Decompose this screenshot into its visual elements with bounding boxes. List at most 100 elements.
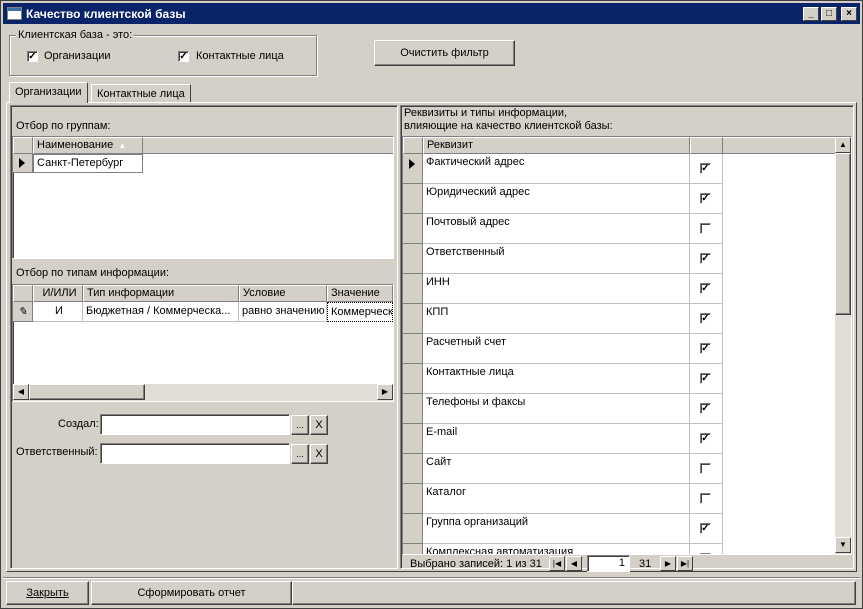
- attribute-check-cell[interactable]: ✓: [690, 424, 723, 454]
- attribute-row-selector[interactable]: [403, 514, 423, 544]
- types-cell-andor[interactable]: И: [33, 302, 83, 322]
- attribute-check-cell[interactable]: ✓: [690, 244, 723, 274]
- types-table[interactable]: И/ИЛИ Тип информации Условие Значение ✎ …: [12, 284, 394, 402]
- types-header-condition[interactable]: Условие: [239, 285, 327, 302]
- scroll-up-icon[interactable]: ▲: [835, 137, 851, 153]
- build-report-button[interactable]: Сформировать отчет: [91, 581, 292, 605]
- title-bar[interactable]: Качество клиентской базы _ □ ×: [3, 3, 860, 24]
- types-header-andor[interactable]: И/ИЛИ: [33, 285, 83, 302]
- attribute-checkbox[interactable]: ✓: [700, 313, 711, 324]
- attribute-row-selector[interactable]: [403, 454, 423, 484]
- attribute-checkbox[interactable]: ✓: [700, 373, 711, 384]
- attribute-name-cell[interactable]: Телефоны и факсы: [423, 394, 690, 424]
- attribute-row-selector[interactable]: [403, 424, 423, 454]
- attribute-checkbox[interactable]: ✓: [700, 433, 711, 444]
- organizations-checkbox[interactable]: ✓: [27, 51, 38, 62]
- attribute-check-cell[interactable]: [690, 454, 723, 484]
- attribute-row-selector[interactable]: [403, 364, 423, 394]
- close-button[interactable]: Закрыть: [6, 581, 89, 605]
- close-window-button[interactable]: ×: [841, 7, 857, 21]
- attribute-checkbox[interactable]: ✓: [700, 403, 711, 414]
- attribute-checkbox[interactable]: [700, 223, 711, 234]
- attributes-header-name[interactable]: Реквизит: [423, 137, 690, 154]
- attribute-row-selector[interactable]: [403, 544, 423, 554]
- prev-page-icon[interactable]: ◀: [566, 556, 582, 571]
- attribute-row-selector[interactable]: [403, 304, 423, 334]
- types-header-type[interactable]: Тип информации: [83, 285, 239, 302]
- tab-contacts[interactable]: Контактные лица: [91, 84, 191, 102]
- scroll-right-icon[interactable]: ▶: [377, 384, 393, 400]
- types-cell-value[interactable]: Коммерческ: [327, 302, 393, 322]
- created-by-field[interactable]: [100, 414, 290, 435]
- types-hscrollbar[interactable]: ◀ ▶: [13, 384, 393, 401]
- attributes-table[interactable]: Реквизит Фактический адрес ✓ Юридический а…: [402, 136, 852, 555]
- attribute-row-selector[interactable]: [403, 244, 423, 274]
- types-cell-condition[interactable]: равно значению: [239, 302, 327, 322]
- attribute-row-selector[interactable]: [403, 484, 423, 514]
- attribute-checkbox[interactable]: ✓: [700, 283, 711, 294]
- attribute-checkbox[interactable]: ✓: [700, 253, 711, 264]
- attribute-name-cell[interactable]: Контактные лица: [423, 364, 690, 394]
- attribute-check-cell[interactable]: ✓: [690, 364, 723, 394]
- types-cell-type[interactable]: Бюджетная / Коммерческа...: [83, 302, 239, 322]
- attribute-checkbox[interactable]: [700, 493, 711, 504]
- responsible-select-button[interactable]: ...: [291, 444, 309, 464]
- row-pointer[interactable]: [13, 154, 33, 173]
- attribute-name-cell[interactable]: Фактический адрес: [423, 154, 690, 184]
- created-by-clear-button[interactable]: X: [310, 415, 328, 435]
- clear-filter-button[interactable]: Очистить фильтр: [374, 40, 515, 66]
- attribute-check-cell[interactable]: [690, 544, 723, 554]
- groups-header-name[interactable]: Наименование ▲: [33, 137, 143, 154]
- attribute-row-selector[interactable]: [403, 184, 423, 214]
- attribute-checkbox[interactable]: [700, 463, 711, 474]
- attribute-name-cell[interactable]: Почтовый адрес: [423, 214, 690, 244]
- attribute-row-selector[interactable]: [403, 394, 423, 424]
- first-page-icon[interactable]: |◀: [549, 556, 565, 571]
- hscroll-thumb[interactable]: [29, 384, 145, 400]
- attribute-row-selector[interactable]: [403, 214, 423, 244]
- attribute-name-cell[interactable]: ИНН: [423, 274, 690, 304]
- groups-table[interactable]: Наименование ▲ Санкт-Петербург: [12, 136, 394, 259]
- attribute-check-cell[interactable]: ✓: [690, 304, 723, 334]
- attribute-checkbox[interactable]: [700, 553, 711, 554]
- attributes-header-check[interactable]: [690, 137, 723, 154]
- attribute-check-cell[interactable]: ✓: [690, 334, 723, 364]
- page-input[interactable]: 1: [587, 555, 630, 572]
- scroll-left-icon[interactable]: ◀: [13, 384, 29, 400]
- maximize-button[interactable]: □: [821, 7, 837, 21]
- attribute-name-cell[interactable]: КПП: [423, 304, 690, 334]
- attribute-name-cell[interactable]: Расчетный счет: [423, 334, 690, 364]
- attribute-name-cell[interactable]: Сайт: [423, 454, 690, 484]
- responsible-clear-button[interactable]: X: [310, 444, 328, 464]
- attributes-vscrollbar[interactable]: ▲ ▼: [835, 137, 851, 554]
- attribute-checkbox[interactable]: ✓: [700, 163, 711, 174]
- attribute-name-cell[interactable]: Ответственный: [423, 244, 690, 274]
- attribute-name-cell[interactable]: Группа организаций: [423, 514, 690, 544]
- tab-organizations[interactable]: Организации: [9, 82, 88, 103]
- attribute-row-selector[interactable]: [403, 154, 423, 184]
- attribute-checkbox[interactable]: ✓: [700, 523, 711, 534]
- attribute-check-cell[interactable]: [690, 484, 723, 514]
- attribute-name-cell[interactable]: Юридический адрес: [423, 184, 690, 214]
- next-page-icon[interactable]: ▶: [660, 556, 676, 571]
- minimize-button[interactable]: _: [803, 7, 819, 21]
- attribute-row-selector[interactable]: [403, 334, 423, 364]
- types-header-value[interactable]: Значение: [327, 285, 393, 302]
- attribute-name-cell[interactable]: E-mail: [423, 424, 690, 454]
- created-by-select-button[interactable]: ...: [291, 415, 309, 435]
- attribute-check-cell[interactable]: ✓: [690, 394, 723, 424]
- responsible-field[interactable]: [100, 443, 290, 464]
- scroll-down-icon[interactable]: ▼: [835, 537, 851, 553]
- groups-cell-name[interactable]: Санкт-Петербург: [33, 154, 143, 173]
- vscroll-thumb[interactable]: [835, 153, 851, 315]
- contacts-checkbox[interactable]: ✓: [178, 51, 189, 62]
- types-row-edit[interactable]: ✎: [13, 302, 33, 322]
- attribute-check-cell[interactable]: ✓: [690, 154, 723, 184]
- attribute-row-selector[interactable]: [403, 274, 423, 304]
- attribute-name-cell[interactable]: Комплексная автоматизация: [423, 544, 690, 554]
- attribute-checkbox[interactable]: ✓: [700, 343, 711, 354]
- attribute-name-cell[interactable]: Каталог: [423, 484, 690, 514]
- attribute-check-cell[interactable]: ✓: [690, 514, 723, 544]
- attribute-check-cell[interactable]: ✓: [690, 184, 723, 214]
- attribute-checkbox[interactable]: ✓: [700, 193, 711, 204]
